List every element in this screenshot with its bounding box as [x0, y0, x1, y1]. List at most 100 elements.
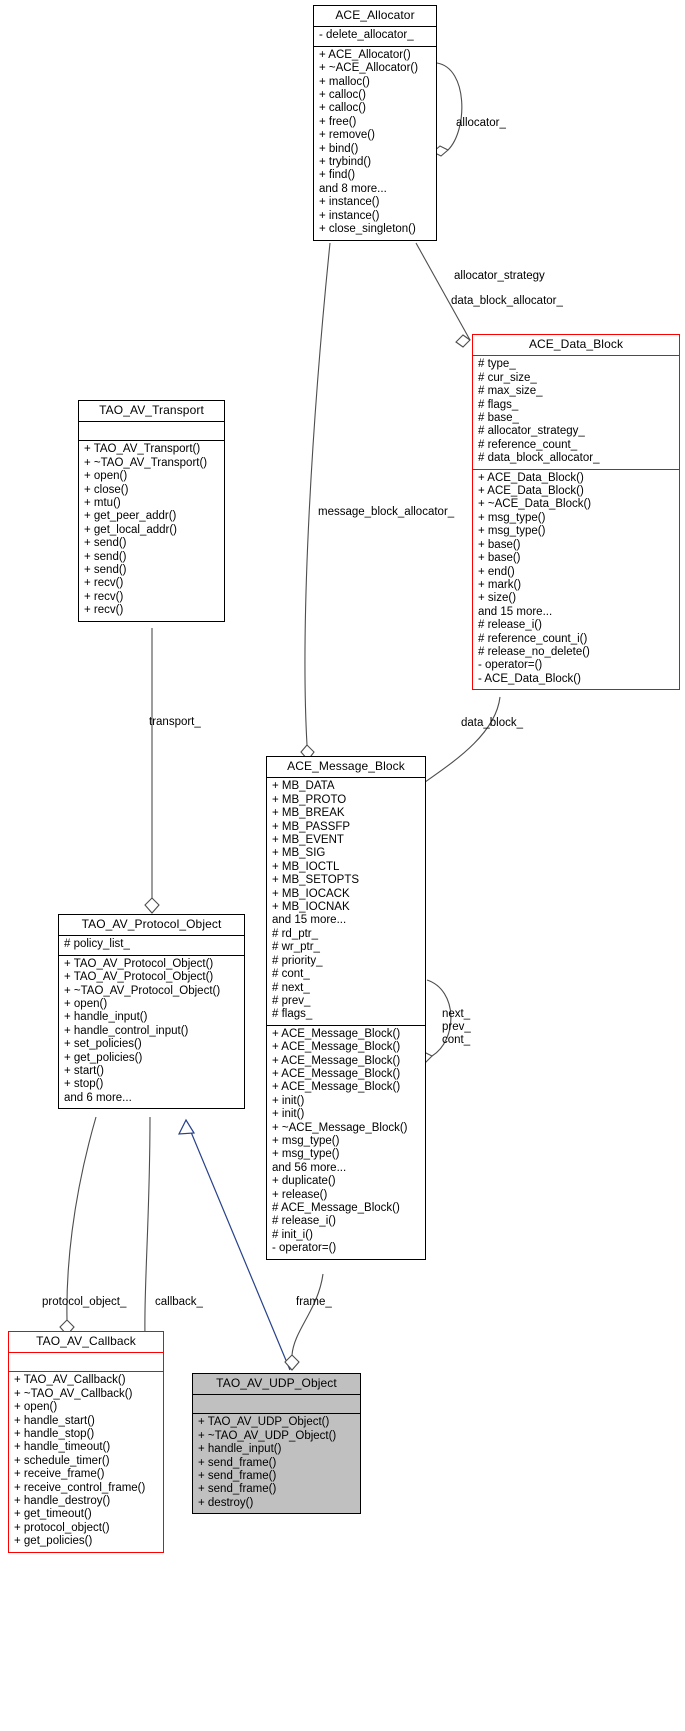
operation-row: - operator=()	[478, 659, 543, 672]
class-operations-tao-av-callback: + TAO_AV_Callback() + ~TAO_AV_Callback()…	[9, 1372, 163, 1551]
operation-row: + open()	[64, 998, 108, 1011]
operation-row: and 6 more...	[64, 1091, 132, 1104]
operation-row: + ~ACE_Message_Block()	[272, 1121, 408, 1134]
attribute-row: + MB_PROTO	[272, 793, 347, 806]
operation-row: + send_frame()	[198, 1470, 277, 1483]
operation-row: + open()	[84, 470, 128, 483]
attribute-row: + MB_IOCTL	[272, 860, 340, 873]
operation-row: + ~ACE_Allocator()	[319, 62, 419, 75]
operation-row: + send()	[84, 550, 127, 563]
operation-row: + base()	[478, 552, 521, 565]
operation-row: + recv()	[84, 590, 124, 603]
class-box-tao-av-udp-object[interactable]: TAO_AV_UDP_Object + TAO_AV_UDP_Object() …	[192, 1373, 361, 1515]
operation-row: + ACE_Data_Block()	[478, 485, 584, 498]
operation-row: # init_i()	[272, 1228, 313, 1241]
attribute-row: # max_size_	[478, 385, 543, 398]
class-title-tao-av-protocol-object: TAO_AV_Protocol_Object	[81, 917, 222, 931]
operation-row: + release()	[272, 1188, 328, 1201]
edge-label-prev: prev_	[442, 1021, 471, 1033]
operation-row: + TAO_AV_Protocol_Object()	[64, 957, 214, 970]
operation-row: + free()	[319, 115, 357, 128]
class-title-tao-av-transport: TAO_AV_Transport	[99, 403, 204, 417]
attribute-row: # rd_ptr_	[272, 927, 319, 940]
operation-row: + handle_timeout()	[14, 1441, 111, 1454]
attribute-row: and 15 more...	[272, 914, 347, 927]
operation-row: + size()	[478, 592, 517, 605]
operation-row: + close()	[84, 483, 129, 496]
operation-row: + calloc()	[319, 89, 366, 102]
class-operations-tao-av-transport: + TAO_AV_Transport() + ~TAO_AV_Transport…	[79, 441, 224, 620]
attribute-row: # cur_size_	[478, 371, 537, 384]
operation-row: + start()	[64, 1065, 104, 1078]
attribute-row: + MB_DATA	[272, 780, 335, 793]
operation-row: # release_i()	[272, 1215, 336, 1228]
operation-row: + ~ACE_Data_Block()	[478, 498, 592, 511]
operation-row: + recv()	[84, 604, 124, 617]
operation-row: + ~TAO_AV_Transport()	[84, 456, 208, 469]
class-attributes-tao-av-protocol-object: # policy_list_	[59, 936, 244, 954]
operation-row: + TAO_AV_Protocol_Object()	[64, 971, 214, 984]
attribute-row: + MB_IOCACK	[272, 887, 350, 900]
attribute-row: - delete_allocator_	[319, 29, 414, 42]
class-box-tao-av-callback[interactable]: TAO_AV_Callback + TAO_AV_Callback() + ~T…	[8, 1331, 164, 1553]
operation-row: + send()	[84, 537, 127, 550]
operation-row: + msg_type()	[478, 511, 546, 524]
operation-row: + ACE_Message_Block()	[272, 1041, 401, 1054]
operation-row: + TAO_AV_UDP_Object()	[198, 1416, 330, 1429]
operation-row: + TAO_AV_Transport()	[84, 443, 201, 456]
class-box-tao-av-protocol-object[interactable]: TAO_AV_Protocol_Object # policy_list_ + …	[58, 914, 245, 1110]
operation-row: + mtu()	[84, 497, 121, 510]
class-attributes-tao-av-udp-object	[193, 1395, 360, 1413]
edge-label-message-block-allocator: message_block_allocator_	[318, 506, 455, 518]
operation-row: + get_policies()	[64, 1051, 143, 1064]
class-box-ace-message-block[interactable]: ACE_Message_Block + MB_DATA + MB_PROTO +…	[266, 756, 426, 1260]
class-box-tao-av-transport[interactable]: TAO_AV_Transport + TAO_AV_Transport() + …	[78, 400, 225, 622]
attribute-row: + MB_EVENT	[272, 834, 344, 847]
class-operations-tao-av-protocol-object: + TAO_AV_Protocol_Object() + TAO_AV_Prot…	[59, 956, 244, 1108]
operation-row: and 56 more...	[272, 1161, 347, 1174]
class-operations-ace-data-block: + ACE_Data_Block() + ACE_Data_Block() + …	[473, 470, 679, 690]
class-title-ace-data-block: ACE_Data_Block	[528, 337, 624, 351]
attribute-row: # cont_	[272, 968, 310, 981]
operation-row: # release_no_delete()	[478, 645, 590, 658]
operation-row: # release_i()	[478, 619, 542, 632]
operation-row: + destroy()	[198, 1496, 254, 1509]
attribute-row: # reference_count_	[478, 438, 578, 451]
operation-row: # reference_count_i()	[478, 632, 588, 645]
class-title-ace-allocator: ACE_Allocator	[335, 8, 415, 22]
edge-label-frame: frame_	[296, 1296, 332, 1308]
edge-label-allocator: allocator_	[456, 117, 506, 129]
operation-row: + schedule_timer()	[14, 1454, 110, 1467]
class-box-ace-allocator[interactable]: ACE_Allocator - delete_allocator_ + ACE_…	[313, 5, 437, 241]
operation-row: + handle_start()	[14, 1414, 95, 1427]
operation-row: - operator=()	[272, 1242, 337, 1255]
operation-row: + get_policies()	[14, 1535, 93, 1548]
operation-row: + ~TAO_AV_Callback()	[14, 1387, 133, 1400]
operation-row: and 15 more...	[478, 605, 553, 618]
class-attributes-ace-data-block: # type_ # cur_size_ # max_size_ # flags_…	[473, 356, 679, 468]
operation-row: - ACE_Data_Block()	[478, 672, 581, 685]
attribute-row: # allocator_strategy_	[478, 425, 585, 438]
operation-row: # ACE_Message_Block()	[272, 1202, 400, 1214]
operation-row: + init()	[272, 1108, 305, 1121]
class-operations-tao-av-udp-object: + TAO_AV_UDP_Object() + ~TAO_AV_UDP_Obje…	[193, 1414, 360, 1513]
operation-row: + bind()	[319, 142, 359, 155]
class-attributes-tao-av-transport	[79, 422, 224, 440]
attribute-row: # next_	[272, 981, 310, 994]
class-box-ace-data-block[interactable]: ACE_Data_Block # type_ # cur_size_ # max…	[472, 334, 680, 691]
operation-row: + ACE_Data_Block()	[478, 471, 584, 484]
operation-row: + receive_frame()	[14, 1468, 105, 1481]
edge-label-next: next_	[442, 1008, 471, 1020]
operation-row: + send_frame()	[198, 1483, 277, 1496]
operation-row: + stop()	[64, 1078, 104, 1091]
operation-row: + protocol_object()	[14, 1521, 110, 1534]
operation-row: + ACE_Allocator()	[319, 48, 411, 61]
class-attributes-ace-allocator: - delete_allocator_	[314, 27, 436, 45]
operation-row: + ~TAO_AV_UDP_Object()	[198, 1429, 337, 1442]
attribute-row: + MB_PASSFP	[272, 820, 351, 833]
attribute-row: + MB_IOCNAK	[272, 901, 350, 914]
uml-diagram-canvas: allocator_ allocator_strategy data_block…	[0, 0, 685, 1731]
operation-row: + ~TAO_AV_Protocol_Object()	[64, 984, 221, 997]
operation-row: + base()	[478, 538, 521, 551]
attribute-row: # prev_	[272, 994, 311, 1007]
